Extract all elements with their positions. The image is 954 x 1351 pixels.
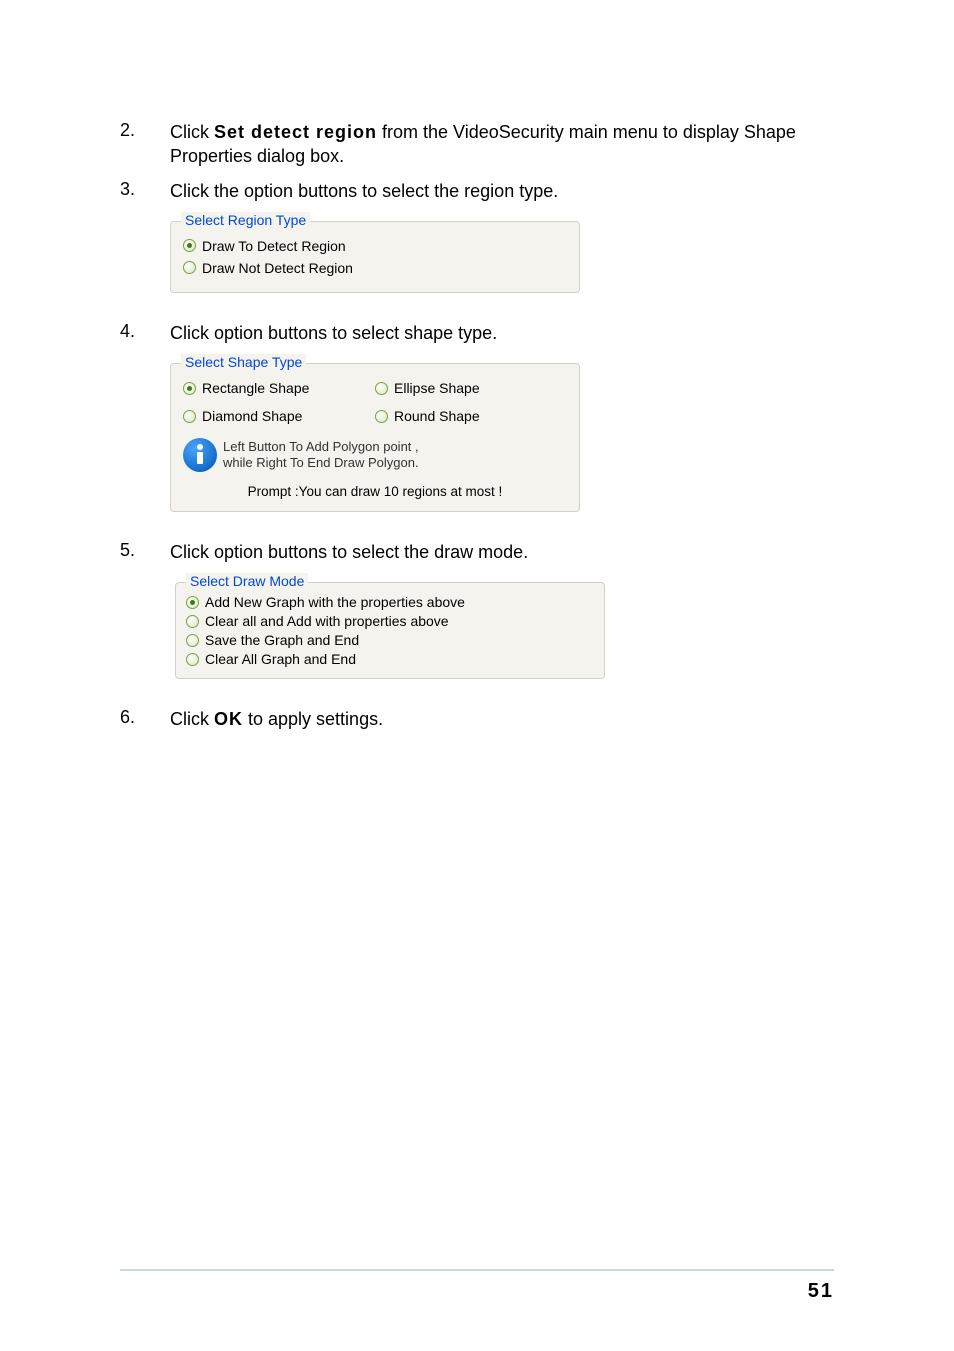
groupbox-select-draw-mode: Select Draw Mode Add New Graph with the … — [175, 582, 605, 679]
radio-save-graph-and-end[interactable]: Save the Graph and End — [186, 632, 594, 648]
radio-icon — [183, 410, 196, 423]
step-text: Click the option buttons to select the r… — [170, 179, 834, 203]
prompt-text: Prompt :You can draw 10 regions at most … — [183, 484, 567, 499]
radio-diamond-shape[interactable]: Diamond Shape — [183, 408, 375, 424]
step-number: 3. — [120, 179, 170, 203]
step-text: Click option buttons to select the draw … — [170, 540, 834, 564]
radio-label: Rectangle Shape — [202, 380, 309, 396]
text-pre: Click — [170, 122, 214, 142]
radio-icon — [375, 382, 388, 395]
radio-label: Round Shape — [394, 408, 480, 424]
step-number: 4. — [120, 321, 170, 345]
radio-label: Save the Graph and End — [205, 632, 359, 648]
radio-clear-all-and-add[interactable]: Clear all and Add with properties above — [186, 613, 594, 629]
radio-icon — [186, 596, 199, 609]
step-number: 2. — [120, 120, 170, 169]
radio-icon — [186, 634, 199, 647]
radio-draw-not-detect-region[interactable]: Draw Not Detect Region — [183, 260, 567, 276]
text-post: to apply settings. — [243, 709, 383, 729]
radio-label: Add New Graph with the properties above — [205, 594, 465, 610]
step-text: Click option buttons to select shape typ… — [170, 321, 834, 345]
groupbox-legend: Select Shape Type — [181, 354, 306, 370]
radio-icon — [183, 261, 196, 274]
info-note: Left Button To Add Polygon point , while… — [183, 438, 567, 472]
radio-icon — [375, 410, 388, 423]
step-5: 5. Click option buttons to select the dr… — [120, 540, 834, 564]
step-text: Click Set detect region from the VideoSe… — [170, 120, 834, 169]
radio-icon — [186, 615, 199, 628]
radio-ellipse-shape[interactable]: Ellipse Shape — [375, 380, 567, 396]
step-6: 6. Click OK to apply settings. — [120, 707, 834, 731]
groupbox-select-shape-type: Select Shape Type Rectangle Shape Ellips… — [170, 363, 580, 512]
groupbox-select-region-type: Select Region Type Draw To Detect Region… — [170, 221, 580, 293]
bold-set-detect-region: Set detect region — [214, 122, 377, 142]
step-2: 2. Click Set detect region from the Vide… — [120, 120, 834, 169]
step-3: 3. Click the option buttons to select th… — [120, 179, 834, 203]
radio-icon — [183, 382, 196, 395]
radio-draw-to-detect-region[interactable]: Draw To Detect Region — [183, 238, 567, 254]
page-number: 51 — [808, 1280, 834, 1303]
step-number: 6. — [120, 707, 170, 731]
info-icon — [183, 438, 217, 472]
groupbox-legend: Select Region Type — [181, 212, 310, 228]
radio-label: Clear All Graph and End — [205, 651, 356, 667]
radio-add-new-graph[interactable]: Add New Graph with the properties above — [186, 594, 594, 610]
bold-ok: OK — [214, 709, 243, 729]
radio-label: Draw Not Detect Region — [202, 260, 353, 276]
info-line: while Right To End Draw Polygon. — [223, 455, 419, 470]
radio-round-shape[interactable]: Round Shape — [375, 408, 567, 424]
radio-rectangle-shape[interactable]: Rectangle Shape — [183, 380, 375, 396]
radio-clear-all-graph-and-end[interactable]: Clear All Graph and End — [186, 651, 594, 667]
radio-icon — [186, 653, 199, 666]
info-line: Left Button To Add Polygon point , — [223, 439, 419, 454]
radio-label: Clear all and Add with properties above — [205, 613, 449, 629]
info-text: Left Button To Add Polygon point , while… — [223, 439, 419, 472]
radio-label: Draw To Detect Region — [202, 238, 346, 254]
radio-label: Diamond Shape — [202, 408, 302, 424]
groupbox-legend: Select Draw Mode — [186, 573, 308, 589]
radio-label: Ellipse Shape — [394, 380, 480, 396]
step-number: 5. — [120, 540, 170, 564]
text-pre: Click — [170, 709, 214, 729]
radio-icon — [183, 239, 196, 252]
step-text: Click OK to apply settings. — [170, 707, 834, 731]
footer-rule — [120, 1269, 834, 1271]
step-4: 4. Click option buttons to select shape … — [120, 321, 834, 345]
